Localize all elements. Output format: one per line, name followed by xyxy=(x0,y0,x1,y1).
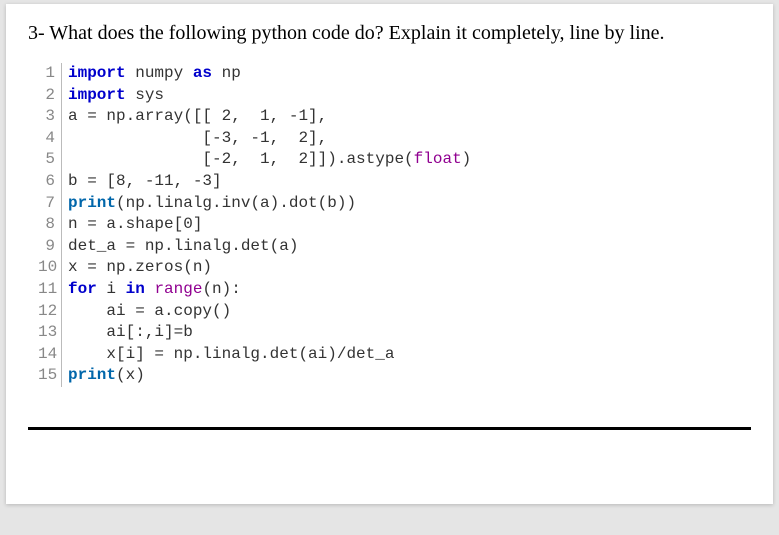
divider xyxy=(28,427,751,430)
line-number: 13 xyxy=(38,322,62,344)
code-content: ai[:,i]=b xyxy=(62,322,193,344)
line-number: 11 xyxy=(38,279,62,301)
code-line: 14 x[i] = np.linalg.det(ai)/det_a xyxy=(38,344,751,366)
code-content: det_a = np.linalg.det(a) xyxy=(62,236,298,258)
code-line: 4 [-3, -1, 2], xyxy=(38,128,751,150)
code-block: 1import numpy as np2import sys3a = np.ar… xyxy=(38,63,751,387)
line-number: 8 xyxy=(38,214,62,236)
code-content: [-2, 1, 2]]).astype(float) xyxy=(62,149,471,171)
code-line: 13 ai[:,i]=b xyxy=(38,322,751,344)
document-page: 3- What does the following python code d… xyxy=(6,4,773,504)
code-line: 9det_a = np.linalg.det(a) xyxy=(38,236,751,258)
code-line: 7print(np.linalg.inv(a).dot(b)) xyxy=(38,193,751,215)
line-number: 10 xyxy=(38,257,62,279)
line-number: 2 xyxy=(38,85,62,107)
code-line: 2import sys xyxy=(38,85,751,107)
code-line: 15print(x) xyxy=(38,365,751,387)
code-content: n = a.shape[0] xyxy=(62,214,202,236)
code-content: import numpy as np xyxy=(62,63,241,85)
line-number: 3 xyxy=(38,106,62,128)
question-text: 3- What does the following python code d… xyxy=(28,22,751,45)
code-content: a = np.array([[ 2, 1, -1], xyxy=(62,106,327,128)
code-content: for i in range(n): xyxy=(62,279,241,301)
code-content: ai = a.copy() xyxy=(62,301,231,323)
code-content: [-3, -1, 2], xyxy=(62,128,327,150)
code-content: print(np.linalg.inv(a).dot(b)) xyxy=(62,193,356,215)
code-line: 6b = [8, -11, -3] xyxy=(38,171,751,193)
code-line: 11for i in range(n): xyxy=(38,279,751,301)
code-line: 8n = a.shape[0] xyxy=(38,214,751,236)
line-number: 9 xyxy=(38,236,62,258)
line-number: 15 xyxy=(38,365,62,387)
code-line: 1import numpy as np xyxy=(38,63,751,85)
code-content: x = np.zeros(n) xyxy=(62,257,212,279)
code-line: 12 ai = a.copy() xyxy=(38,301,751,323)
code-content: print(x) xyxy=(62,365,145,387)
line-number: 6 xyxy=(38,171,62,193)
line-number: 7 xyxy=(38,193,62,215)
line-number: 14 xyxy=(38,344,62,366)
code-line: 3a = np.array([[ 2, 1, -1], xyxy=(38,106,751,128)
code-line: 10x = np.zeros(n) xyxy=(38,257,751,279)
code-line: 5 [-2, 1, 2]]).astype(float) xyxy=(38,149,751,171)
code-content: import sys xyxy=(62,85,164,107)
line-number: 4 xyxy=(38,128,62,150)
line-number: 5 xyxy=(38,149,62,171)
code-content: b = [8, -11, -3] xyxy=(62,171,222,193)
line-number: 1 xyxy=(38,63,62,85)
line-number: 12 xyxy=(38,301,62,323)
code-content: x[i] = np.linalg.det(ai)/det_a xyxy=(62,344,394,366)
